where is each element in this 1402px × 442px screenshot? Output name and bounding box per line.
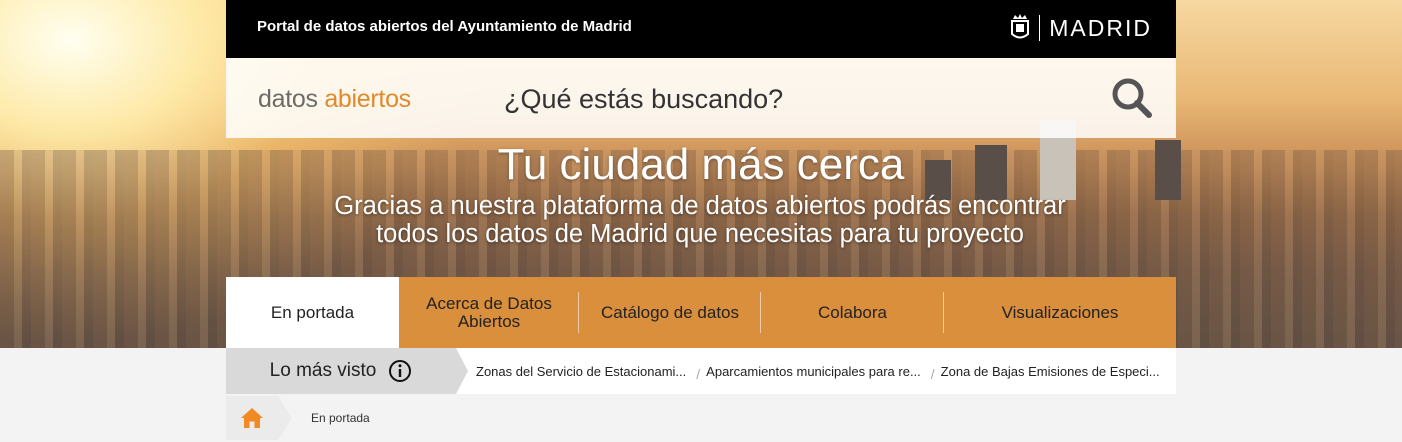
- most-viewed-link[interactable]: Zona de Bajas Emisiones de Especi...: [941, 364, 1160, 379]
- link-separator: /: [930, 366, 935, 382]
- logo-text-datos: datos: [258, 85, 318, 113]
- most-viewed-link[interactable]: Zonas del Servicio de Estacionami...: [476, 364, 686, 379]
- nav-item-label: Acerca de Datos Abiertos: [426, 293, 552, 331]
- datos-abiertos-logo[interactable]: datos abiertos: [258, 85, 411, 114]
- madrid-crest-icon: [1011, 14, 1030, 39]
- search-input[interactable]: [502, 76, 1086, 122]
- nav-item-acerca[interactable]: Acerca de Datos Abiertos: [399, 277, 579, 348]
- nav-item-catalogo[interactable]: Catálogo de datos: [579, 277, 761, 348]
- nav-item-en-portada[interactable]: En portada: [226, 277, 399, 348]
- brand-divider: [1039, 15, 1041, 41]
- nav-item-label: Catálogo de datos: [601, 302, 739, 322]
- nav-item-visualizaciones[interactable]: Visualizaciones: [944, 277, 1176, 348]
- hero-title: Tu ciudad más cerca: [497, 140, 905, 189]
- breadcrumb-current: En portada: [311, 411, 370, 425]
- home-icon: [241, 408, 263, 428]
- nav-item-label: En portada: [270, 302, 355, 322]
- most-viewed-label: Lo más visto: [269, 360, 377, 381]
- nav-item-colabora[interactable]: Colabora: [761, 277, 944, 348]
- top-bar: Portal de datos abiertos del Ayuntamient…: [226, 0, 1176, 58]
- search-bar: datos abiertos: [226, 58, 1176, 138]
- info-icon[interactable]: [388, 359, 412, 383]
- nav-item-label: Visualizaciones: [1001, 302, 1119, 322]
- portal-title: Portal de datos abiertos del Ayuntamient…: [257, 18, 632, 35]
- madrid-brand[interactable]: MADRID: [1010, 14, 1152, 42]
- link-separator: /: [696, 366, 701, 382]
- main-nav: En portada Acerca de Datos Abiertos Catá…: [226, 277, 1176, 348]
- logo-text-abiertos: abiertos: [324, 85, 411, 113]
- most-viewed-links: Zonas del Servicio de Estacionami... / A…: [456, 348, 1160, 394]
- breadcrumb-home[interactable]: [226, 396, 292, 440]
- nav-item-label: Colabora: [818, 302, 887, 322]
- most-viewed-bar: Lo más visto Zonas del Servicio de Estac…: [226, 348, 1176, 394]
- breadcrumb: En portada: [226, 396, 1176, 440]
- most-viewed-link[interactable]: Aparcamientos municipales para re...: [706, 364, 921, 379]
- hero-subtitle: Gracias a nuestra plataforma de datos ab…: [334, 192, 1066, 248]
- brand-text: MADRID: [1049, 14, 1152, 41]
- search-icon[interactable]: [1110, 76, 1154, 120]
- most-viewed-label-box: Lo más visto: [226, 348, 468, 394]
